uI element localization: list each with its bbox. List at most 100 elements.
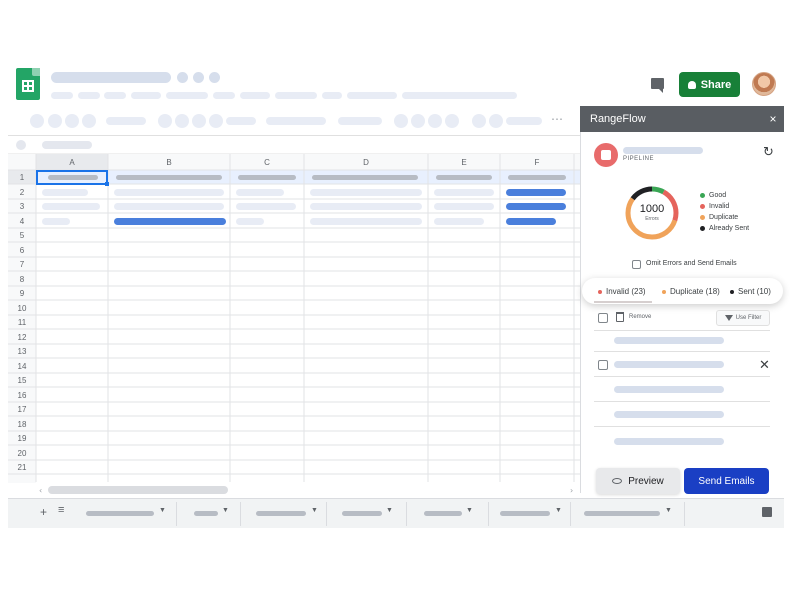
cell-placeholder[interactable] bbox=[48, 175, 98, 180]
cell-highlight[interactable] bbox=[114, 218, 226, 225]
row-header[interactable]: 9 bbox=[8, 289, 36, 298]
spreadsheet-grid[interactable]: ‹ › A B C D E F 1 2 3 4 5 6 7 8 9 10 11 … bbox=[8, 137, 580, 497]
cell-placeholder[interactable] bbox=[434, 203, 494, 210]
comment-icon[interactable] bbox=[651, 78, 664, 93]
row-header[interactable]: 8 bbox=[8, 275, 36, 284]
row-header[interactable]: 13 bbox=[8, 347, 36, 356]
cell-placeholder[interactable] bbox=[116, 175, 222, 180]
cell-placeholder[interactable] bbox=[310, 218, 422, 225]
cell-placeholder[interactable] bbox=[42, 189, 88, 196]
sheet-tab[interactable] bbox=[194, 511, 218, 516]
add-sheet-icon[interactable]: + bbox=[40, 505, 47, 519]
chevron-down-icon[interactable]: ▼ bbox=[311, 507, 318, 514]
decimal-icon[interactable] bbox=[192, 114, 206, 128]
row-header[interactable]: 12 bbox=[8, 333, 36, 342]
cell-placeholder[interactable] bbox=[434, 218, 484, 225]
font-select[interactable] bbox=[266, 117, 326, 125]
print-icon[interactable] bbox=[65, 114, 79, 128]
column-header-b[interactable]: B bbox=[108, 155, 230, 170]
cell-placeholder[interactable] bbox=[236, 203, 296, 210]
cell-placeholder[interactable] bbox=[312, 175, 418, 180]
list-item[interactable] bbox=[614, 361, 724, 368]
list-item[interactable] bbox=[614, 337, 724, 344]
chevron-down-icon[interactable]: ▼ bbox=[665, 507, 672, 514]
chevron-down-icon[interactable]: ▼ bbox=[159, 507, 166, 514]
explore-icon[interactable] bbox=[762, 507, 772, 517]
last-edit-placeholder[interactable] bbox=[402, 92, 517, 99]
row-header[interactable]: 20 bbox=[8, 449, 36, 458]
chevron-down-icon[interactable]: ▼ bbox=[555, 507, 562, 514]
sheet-tab[interactable] bbox=[500, 511, 550, 516]
cell-placeholder[interactable] bbox=[434, 189, 494, 196]
paint-format-icon[interactable] bbox=[82, 114, 96, 128]
tab-invalid[interactable]: Invalid (23) bbox=[598, 287, 646, 296]
menu-extensions[interactable] bbox=[275, 92, 317, 99]
tab-sent[interactable]: Sent (10) bbox=[730, 287, 771, 296]
sheet-tab[interactable] bbox=[342, 511, 382, 516]
cell-placeholder[interactable] bbox=[508, 175, 566, 180]
currency-icon[interactable] bbox=[158, 114, 172, 128]
omit-errors-checkbox[interactable] bbox=[632, 260, 641, 269]
row-header[interactable]: 11 bbox=[8, 318, 36, 327]
menu-item[interactable] bbox=[347, 92, 397, 99]
doc-title-placeholder[interactable] bbox=[51, 72, 171, 83]
row-header[interactable]: 15 bbox=[8, 376, 36, 385]
close-icon[interactable]: × bbox=[764, 106, 782, 132]
share-button[interactable]: Share bbox=[679, 72, 740, 97]
column-header-e[interactable]: E bbox=[428, 155, 500, 170]
decimal-more-icon[interactable] bbox=[209, 114, 223, 128]
list-item[interactable] bbox=[614, 386, 724, 393]
font-size-select[interactable] bbox=[338, 117, 382, 125]
percent-icon[interactable] bbox=[175, 114, 189, 128]
cell-placeholder[interactable] bbox=[236, 218, 264, 225]
sheet-tab[interactable] bbox=[584, 511, 660, 516]
column-header-c[interactable]: C bbox=[230, 155, 304, 170]
row-header[interactable]: 17 bbox=[8, 405, 36, 414]
cell-placeholder[interactable] bbox=[114, 203, 224, 210]
menu-insert[interactable] bbox=[131, 92, 161, 99]
fill-color-icon[interactable] bbox=[472, 114, 486, 128]
row-header[interactable]: 2 bbox=[8, 188, 36, 197]
cell-placeholder[interactable] bbox=[310, 203, 422, 210]
strikethrough-icon[interactable] bbox=[428, 114, 442, 128]
redo-icon[interactable] bbox=[48, 114, 62, 128]
italic-icon[interactable] bbox=[411, 114, 425, 128]
row-header[interactable]: 5 bbox=[8, 231, 36, 240]
preview-button[interactable]: Preview bbox=[596, 468, 680, 494]
row-header[interactable]: 21 bbox=[8, 463, 36, 472]
chevron-down-icon[interactable]: ▼ bbox=[466, 507, 473, 514]
number-format-select[interactable] bbox=[226, 117, 256, 125]
column-header-a[interactable]: A bbox=[36, 155, 108, 170]
menu-file[interactable] bbox=[51, 92, 73, 99]
avatar[interactable] bbox=[752, 72, 776, 96]
menu-help[interactable] bbox=[322, 92, 342, 99]
refresh-icon[interactable]: ↻ bbox=[763, 144, 774, 160]
all-sheets-icon[interactable]: ≡ bbox=[58, 504, 64, 516]
text-color-icon[interactable] bbox=[445, 114, 459, 128]
trash-icon[interactable] bbox=[616, 312, 624, 322]
menu-tools[interactable] bbox=[240, 92, 270, 99]
row-header[interactable]: 14 bbox=[8, 362, 36, 371]
row-header[interactable]: 1 bbox=[8, 173, 36, 182]
merge-select[interactable] bbox=[506, 117, 542, 125]
sheet-tab[interactable] bbox=[424, 511, 462, 516]
remove-label[interactable]: Remove bbox=[629, 314, 651, 320]
sheet-tab[interactable] bbox=[86, 511, 154, 516]
row-header[interactable]: 6 bbox=[8, 246, 36, 255]
row-header[interactable]: 3 bbox=[8, 202, 36, 211]
more-icon[interactable]: ⋯ bbox=[551, 112, 563, 126]
menu-edit[interactable] bbox=[78, 92, 100, 99]
row-header[interactable]: 19 bbox=[8, 434, 36, 443]
menu-format[interactable] bbox=[166, 92, 208, 99]
row-header[interactable]: 10 bbox=[8, 304, 36, 313]
close-icon[interactable]: ✕ bbox=[759, 357, 770, 373]
cell-highlight[interactable] bbox=[506, 218, 556, 225]
select-all-checkbox[interactable] bbox=[598, 313, 608, 323]
move-icon[interactable] bbox=[193, 72, 204, 83]
borders-icon[interactable] bbox=[489, 114, 503, 128]
cell-placeholder[interactable] bbox=[238, 175, 296, 180]
menu-view[interactable] bbox=[104, 92, 126, 99]
row-checkbox[interactable] bbox=[598, 360, 608, 370]
tab-duplicate[interactable]: Duplicate (18) bbox=[662, 287, 720, 296]
row-header[interactable]: 16 bbox=[8, 391, 36, 400]
